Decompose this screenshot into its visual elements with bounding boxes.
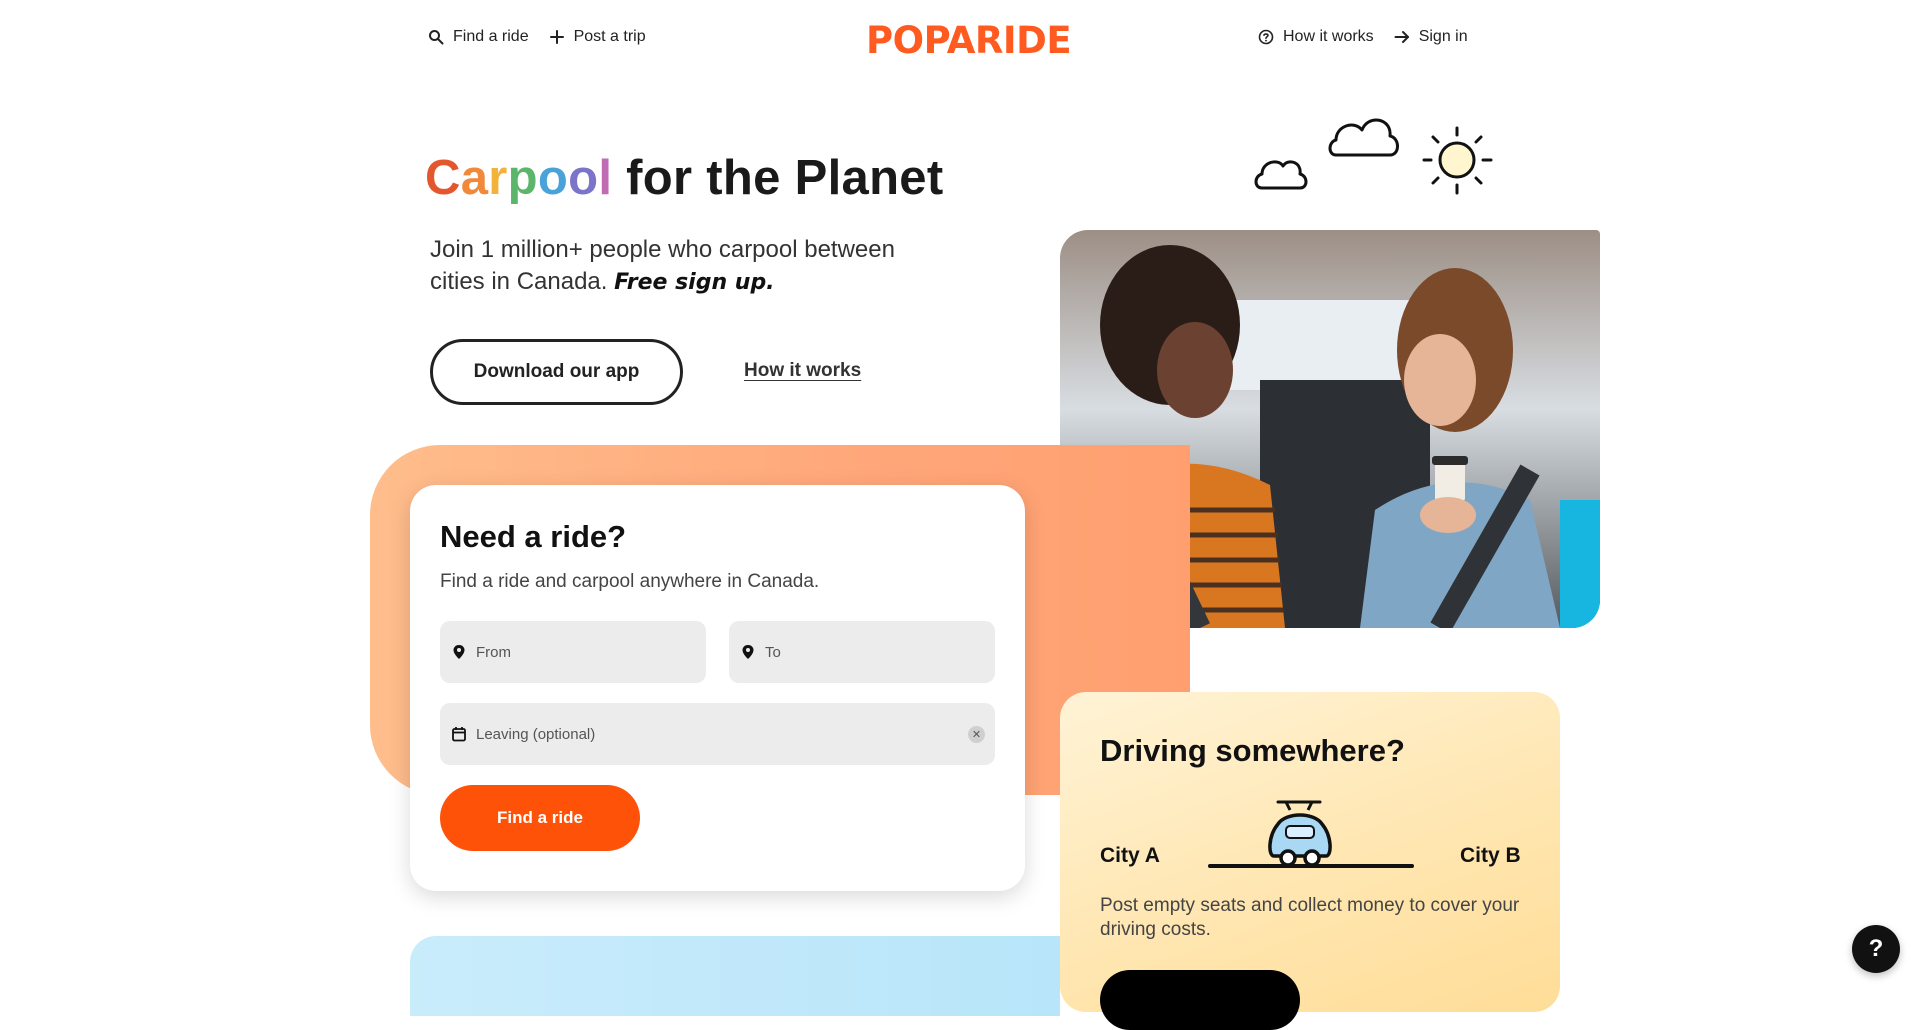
clear-date-icon[interactable]: ✕ bbox=[968, 726, 985, 743]
nav-post-trip-label: Post a trip bbox=[573, 28, 646, 45]
location-pin-icon bbox=[453, 645, 465, 659]
car-on-road-illustration bbox=[1208, 800, 1414, 868]
how-it-works-link[interactable]: How it works bbox=[744, 360, 861, 382]
city-b-label: City B bbox=[1460, 844, 1521, 867]
find-ride-button[interactable]: Find a ride bbox=[440, 785, 640, 851]
hero-title-carpool: Carpool bbox=[425, 151, 612, 205]
need-ride-card: Need a ride? Find a ride and carpool any… bbox=[410, 485, 1025, 891]
question-circle-icon bbox=[1258, 29, 1274, 45]
post-trip-button[interactable] bbox=[1100, 970, 1300, 1030]
driving-card: Driving somewhere? City A City B Post em… bbox=[1060, 692, 1560, 1030]
poparide-logo[interactable]: POPARIDE bbox=[866, 19, 1072, 62]
from-placeholder: From bbox=[476, 643, 511, 661]
hero-title-letter: p bbox=[507, 151, 538, 205]
nav-post-trip[interactable]: Post a trip bbox=[549, 28, 646, 46]
top-nav-right: How it works Sign in bbox=[1258, 28, 1468, 46]
need-ride-title: Need a ride? bbox=[440, 519, 627, 554]
car-icon bbox=[1268, 800, 1332, 867]
to-input[interactable]: To bbox=[729, 621, 995, 683]
download-app-button[interactable]: Download our app bbox=[430, 339, 683, 405]
nav-find-ride[interactable]: Find a ride bbox=[428, 28, 529, 46]
driving-description: Post empty seats and collect money to co… bbox=[1100, 895, 1520, 940]
leaving-placeholder: Leaving (optional) bbox=[476, 725, 596, 743]
plus-icon bbox=[549, 30, 564, 44]
hero-title-letter: o bbox=[537, 151, 569, 205]
leaving-date-input[interactable]: Leaving (optional) ✕ bbox=[440, 703, 995, 765]
hero-title-letter: a bbox=[460, 151, 489, 205]
hero-title: Carpool for the Planet bbox=[425, 150, 943, 206]
hero-subtitle-emphasis: Free sign up. bbox=[614, 270, 775, 295]
city-a-label: City A bbox=[1100, 844, 1160, 867]
search-icon bbox=[429, 30, 444, 45]
hero-subtitle: Join 1 million+ people who carpool betwe… bbox=[430, 234, 950, 299]
arrow-right-icon bbox=[1394, 31, 1409, 43]
small-cloud-icon bbox=[1254, 160, 1308, 190]
location-pin-icon bbox=[742, 645, 754, 659]
top-nav-left: Find a ride Post a trip bbox=[428, 28, 646, 46]
need-ride-subtitle: Find a ride and carpool anywhere in Cana… bbox=[440, 571, 820, 592]
calendar-icon bbox=[452, 727, 466, 742]
large-cloud-icon bbox=[1328, 118, 1399, 157]
hero-title-letter: r bbox=[488, 151, 508, 205]
driving-title: Driving somewhere? bbox=[1100, 733, 1405, 768]
nav-how-it-works[interactable]: How it works bbox=[1258, 28, 1374, 46]
hero-title-rest: for the Planet bbox=[626, 151, 944, 205]
sun-icon bbox=[1422, 126, 1493, 195]
hero-title-letter: o bbox=[568, 151, 599, 205]
hero-title-letter: C bbox=[425, 151, 461, 205]
help-chat-button[interactable]: ? bbox=[1852, 925, 1900, 973]
weather-illustration bbox=[1254, 118, 1493, 195]
nav-how-it-works-label: How it works bbox=[1283, 28, 1374, 45]
nav-sign-in-label: Sign in bbox=[1418, 28, 1468, 45]
from-input[interactable]: From bbox=[440, 621, 706, 683]
nav-sign-in[interactable]: Sign in bbox=[1394, 28, 1468, 46]
hero-title-letter: l bbox=[598, 151, 613, 205]
blue-promo-card bbox=[410, 936, 1060, 1016]
nav-find-ride-label: Find a ride bbox=[453, 28, 529, 45]
to-placeholder: To bbox=[765, 643, 781, 661]
